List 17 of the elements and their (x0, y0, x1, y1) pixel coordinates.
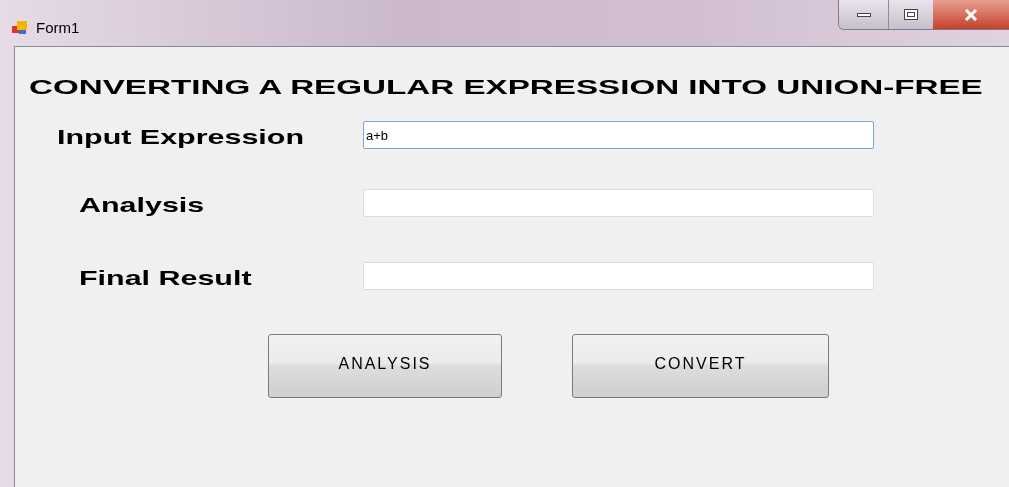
close-icon (964, 8, 978, 21)
minimize-icon (856, 12, 871, 17)
maximize-button[interactable] (889, 0, 933, 29)
minimize-button[interactable] (839, 0, 889, 29)
maximize-icon (904, 9, 918, 20)
text-field[interactable] (363, 189, 874, 217)
field-label: Analysis (79, 192, 205, 218)
text-field[interactable]: a+b (363, 121, 874, 149)
action-button[interactable]: CONVERT (572, 334, 829, 398)
field-label: Input Expression (57, 124, 304, 150)
heading: CONVERTING A REGULAR EXPRESSION INTO UNION-FREE (29, 74, 983, 100)
app-icon (12, 21, 28, 36)
window-title: Form1 (36, 18, 80, 38)
text-field[interactable] (363, 262, 874, 290)
field-label: Final Result (79, 265, 252, 291)
action-button[interactable]: ANALYSIS (268, 334, 502, 398)
close-button[interactable] (933, 0, 1009, 29)
